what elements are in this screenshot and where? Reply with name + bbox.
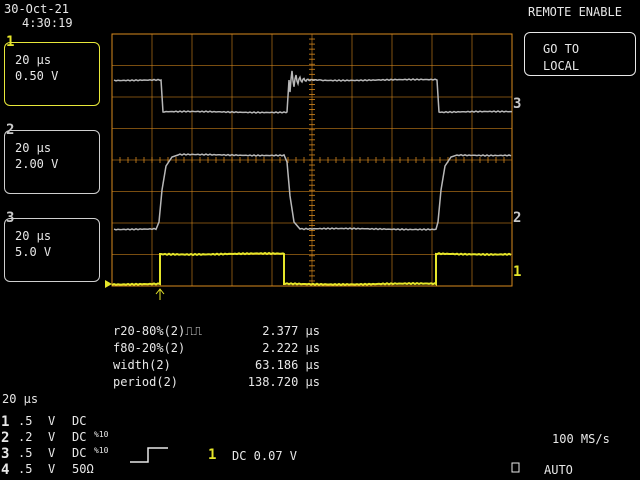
trace-3-waveform bbox=[113, 70, 512, 114]
channel-number: 1 bbox=[1, 414, 10, 430]
measurement-value: 138.720 µs bbox=[247, 375, 320, 389]
trigger-channel: 1 bbox=[208, 447, 217, 463]
trigger-slope-icon bbox=[130, 447, 168, 463]
trace-1-right-marker: 1 bbox=[513, 264, 522, 280]
measurement-label: r20-80%(2)⎍⎍ bbox=[113, 324, 203, 338]
trigger-mode: AUTO bbox=[544, 463, 573, 477]
trigger-position-marker bbox=[155, 288, 165, 300]
channel-number: 2 bbox=[1, 430, 10, 446]
channel-probe: %10 bbox=[94, 430, 109, 439]
channel-coupling: DC bbox=[72, 446, 87, 460]
measurement-label: width(2) bbox=[113, 358, 171, 372]
scope-display bbox=[105, 33, 520, 473]
channel-volts: .5 bbox=[18, 446, 33, 460]
channel-unit: V bbox=[48, 446, 56, 460]
trigger-level: DC 0.07 V bbox=[232, 449, 298, 463]
trace-3-right-marker: 3 bbox=[513, 96, 522, 112]
channel-volts: .2 bbox=[18, 430, 33, 444]
channel-coupling: DC bbox=[72, 414, 87, 428]
channel-coupling: 50Ω bbox=[72, 462, 94, 476]
channel-unit: V bbox=[48, 462, 56, 476]
channel-volts: .5 bbox=[18, 414, 33, 428]
trace-2-right-marker: 2 bbox=[513, 210, 522, 226]
channel-number: 3 bbox=[1, 446, 10, 462]
measurement-value: 2.222 µs bbox=[262, 341, 320, 355]
sample-rate: 100 MS/s bbox=[552, 432, 610, 446]
channel-unit: V bbox=[48, 414, 56, 428]
measurement-value: 63.186 µs bbox=[254, 358, 320, 372]
measurement-value: 2.377 µs bbox=[262, 324, 320, 338]
graticule bbox=[111, 33, 513, 287]
channel-number: 4 bbox=[1, 462, 10, 478]
channel-coupling: DC bbox=[72, 430, 87, 444]
channel-volts: .5 bbox=[18, 462, 33, 476]
measurement-label: period(2) bbox=[113, 375, 179, 389]
trace-1-waveform bbox=[111, 251, 512, 287]
channel-unit: V bbox=[48, 430, 56, 444]
status-square-icon bbox=[511, 462, 520, 473]
timebase-readout: 20 µs bbox=[2, 392, 39, 406]
trace-1-ground-marker bbox=[105, 280, 112, 288]
channel-probe: %10 bbox=[94, 446, 109, 455]
measurement-label: f80-20%(2) bbox=[113, 341, 186, 355]
